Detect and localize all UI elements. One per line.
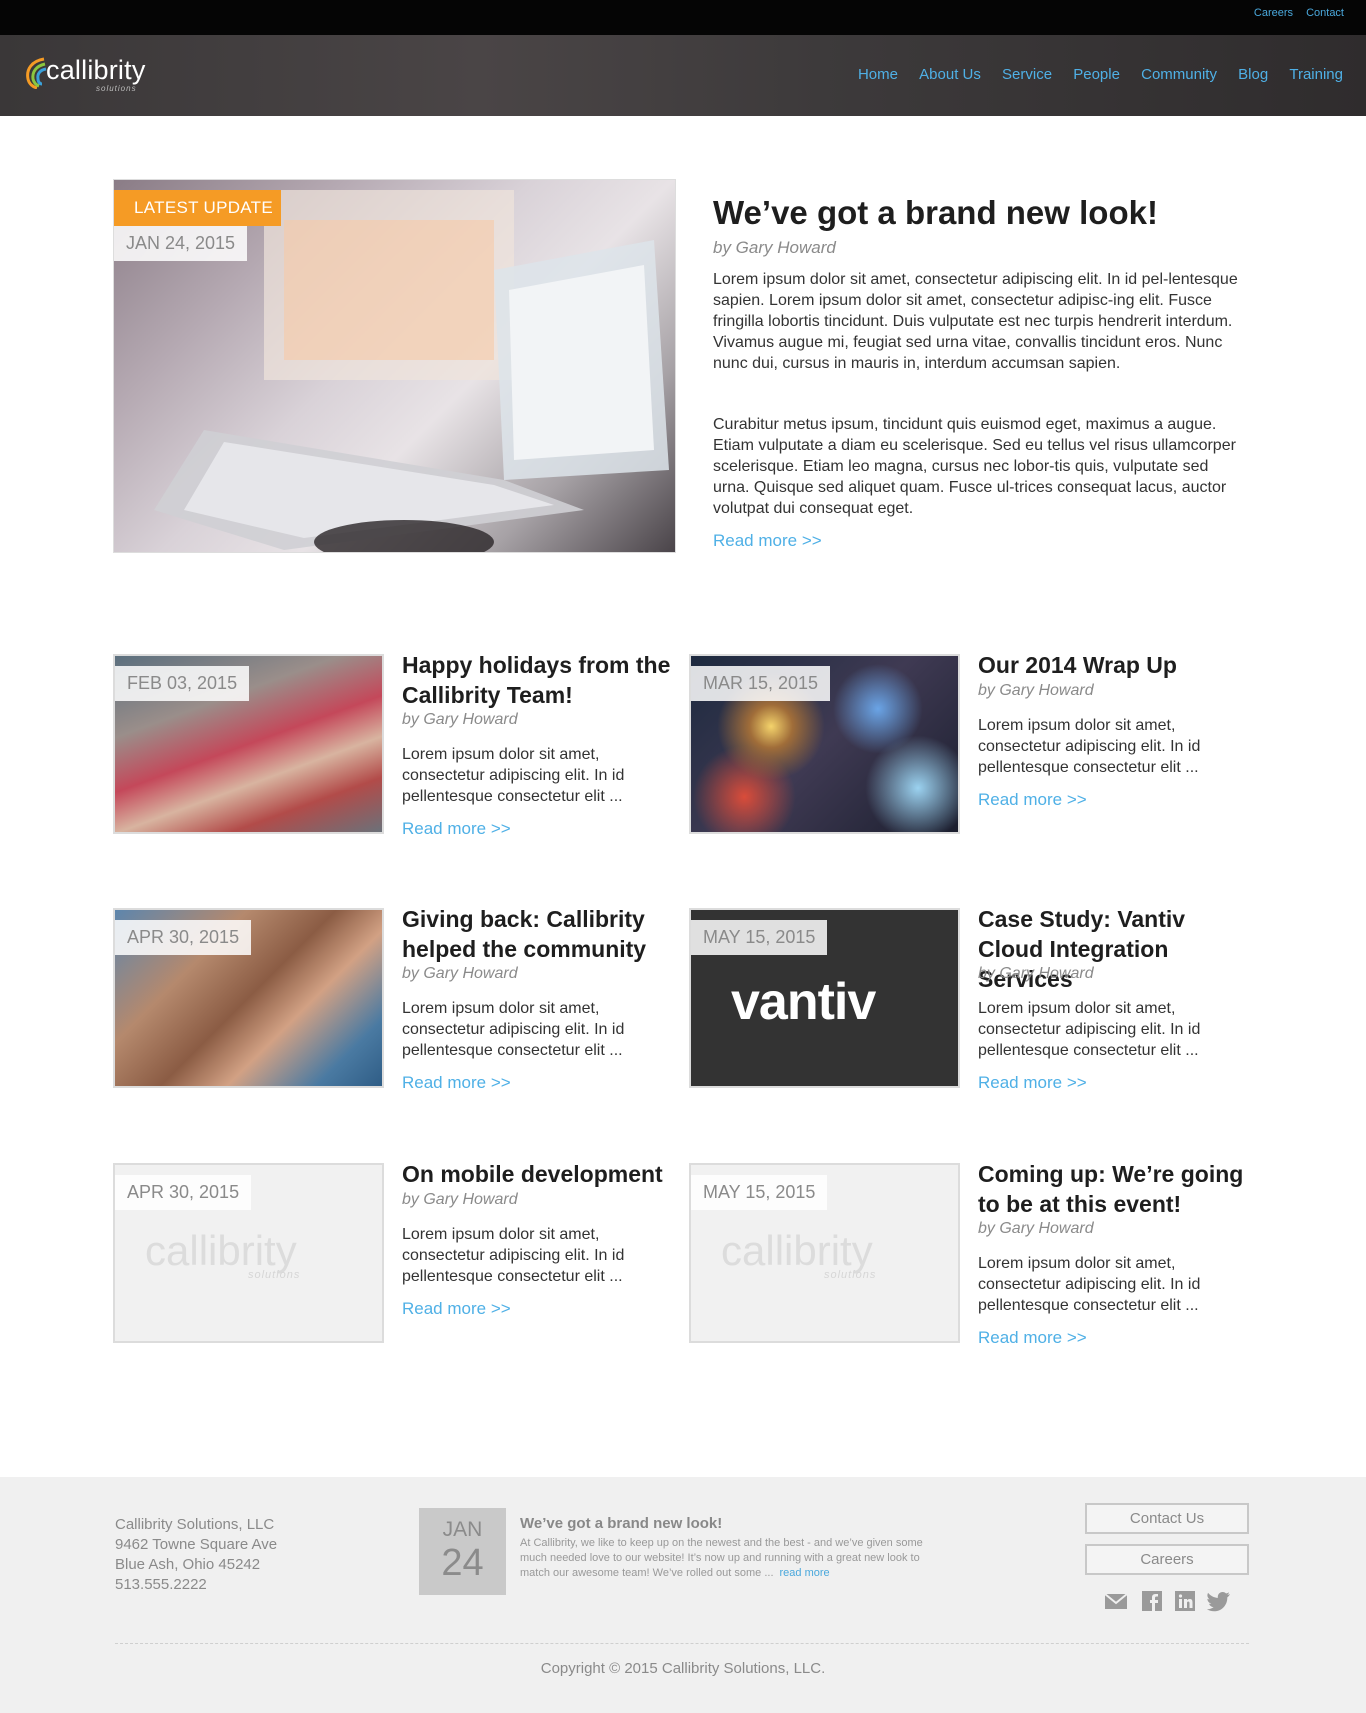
featured-paragraph-1: Lorem ipsum dolor sit amet, consectetur … xyxy=(713,271,1238,372)
city-state-zip: Blue Ash, Ohio 45242 xyxy=(115,1556,261,1573)
featured-read-more-link[interactable]: Read more >> xyxy=(713,531,822,551)
nav-about-us[interactable]: About Us xyxy=(919,66,981,83)
top-utility-bar: Careers Contact xyxy=(0,0,1366,35)
placeholder-logo: callibrity xyxy=(145,1227,297,1274)
placeholder-logo-subtitle: solutions xyxy=(248,1269,301,1281)
main-nav: Home About Us Service People Community B… xyxy=(841,66,1343,83)
post-date: MAR 15, 2015 xyxy=(691,666,831,701)
calendar-month: JAN xyxy=(442,1518,483,1541)
post-read-more-link[interactable]: Read more >> xyxy=(978,790,1087,810)
latest-update-badge: LATEST UPDATE xyxy=(114,190,281,226)
street-address: 9462 Towne Square Ave xyxy=(115,1536,278,1553)
featured-title[interactable]: We’ve got a brand new look! xyxy=(713,194,1158,232)
post-title-holidays[interactable]: Happy holidays from the Callibrity Team! xyxy=(402,650,677,710)
careers-button[interactable]: Careers xyxy=(1085,1544,1249,1575)
featured-paragraph-2: Curabitur metus ipsum, tincidunt quis eu… xyxy=(713,416,1236,517)
post-read-more-link[interactable]: Read more >> xyxy=(402,1073,511,1093)
calendar-day: 24 xyxy=(441,1542,484,1584)
facebook-icon[interactable] xyxy=(1140,1590,1164,1612)
post-date: APR 30, 2015 xyxy=(115,1175,252,1210)
post-excerpt: Lorem ipsum dolor sit amet, consectetur … xyxy=(402,746,625,805)
twitter-icon[interactable] xyxy=(1207,1590,1231,1612)
footer-read-more-link[interactable]: read more xyxy=(780,1567,830,1579)
post-title-event[interactable]: Coming up: We’re going to be at this eve… xyxy=(978,1159,1253,1219)
post-byline: by Gary Howard xyxy=(402,1191,518,1208)
post-read-more-link[interactable]: Read more >> xyxy=(402,819,511,839)
phone-number: 513.555.2222 xyxy=(115,1576,207,1593)
post-byline: by Gary Howard xyxy=(978,682,1094,699)
post-read-more-link[interactable]: Read more >> xyxy=(978,1073,1087,1093)
placeholder-logo-subtitle: solutions xyxy=(824,1269,877,1281)
post-image-placeholder[interactable]: MAY 15, 2015 callibrity solutions xyxy=(689,1163,960,1343)
linkedin-icon[interactable] xyxy=(1173,1590,1197,1612)
logo-swoosh-icon xyxy=(26,57,47,89)
site-header: callibrity solutions Home About Us Servi… xyxy=(0,35,1366,116)
nav-home[interactable]: Home xyxy=(858,66,898,83)
careers-link[interactable]: Careers xyxy=(1254,7,1293,19)
post-excerpt: Lorem ipsum dolor sit amet, consectetur … xyxy=(402,1226,625,1285)
footer-calendar-badge: JAN 24 xyxy=(419,1508,506,1595)
post-image-holidays[interactable]: FEB 03, 2015 xyxy=(113,654,384,834)
mail-icon[interactable] xyxy=(1104,1590,1128,1612)
company-name: Callibrity Solutions, LLC xyxy=(115,1516,275,1533)
featured-byline: by Gary Howard xyxy=(713,238,836,257)
post-byline: by Gary Howard xyxy=(978,1220,1094,1237)
post-title-community[interactable]: Giving back: Callibrity helped the commu… xyxy=(402,904,677,964)
post-image-wrap-up[interactable]: MAR 15, 2015 xyxy=(689,654,960,834)
post-image-placeholder[interactable]: APR 30, 2015 callibrity solutions xyxy=(113,1163,384,1343)
copyright-text: Copyright © 2015 Callibrity Solutions, L… xyxy=(540,1660,826,1677)
post-byline: by Gary Howard xyxy=(978,965,1094,982)
vantiv-logo: vantiv xyxy=(731,973,876,1031)
post-byline: by Gary Howard xyxy=(402,965,518,982)
post-date: MAY 15, 2015 xyxy=(691,1175,828,1210)
featured-date: JAN 24, 2015 xyxy=(114,226,248,261)
placeholder-logo: callibrity xyxy=(721,1227,873,1274)
footer-news-excerpt: At Callibrity, we like to keep up on the… xyxy=(520,1536,940,1581)
logo-wordmark: callibrity xyxy=(46,55,146,85)
post-excerpt: Lorem ipsum dolor sit amet, consectetur … xyxy=(978,1000,1201,1059)
post-title-mobile[interactable]: On mobile development xyxy=(402,1159,677,1189)
footer-news-text: At Callibrity, we like to keep up on the… xyxy=(520,1537,923,1579)
footer-address: Callibrity Solutions, LLC 9462 Towne Squ… xyxy=(115,1515,277,1595)
post-byline: by Gary Howard xyxy=(402,711,518,728)
callibrity-logo[interactable]: callibrity solutions xyxy=(24,53,184,93)
post-image-community[interactable]: APR 30, 2015 xyxy=(113,908,384,1088)
logo-subtitle: solutions xyxy=(96,84,137,93)
site-footer: Callibrity Solutions, LLC 9462 Towne Squ… xyxy=(0,1477,1366,1713)
post-date: FEB 03, 2015 xyxy=(115,666,250,701)
contact-us-button[interactable]: Contact Us xyxy=(1085,1503,1249,1534)
nav-training[interactable]: Training xyxy=(1289,66,1343,83)
nav-people[interactable]: People xyxy=(1073,66,1120,83)
post-image-vantiv[interactable]: MAY 15, 2015 vantiv xyxy=(689,908,960,1088)
nav-service[interactable]: Service xyxy=(1002,66,1052,83)
post-read-more-link[interactable]: Read more >> xyxy=(402,1299,511,1319)
footer-news-title[interactable]: We’ve got a brand new look! xyxy=(520,1515,722,1532)
nav-community[interactable]: Community xyxy=(1141,66,1217,83)
post-read-more-link[interactable]: Read more >> xyxy=(978,1328,1087,1348)
utility-links: Careers Contact xyxy=(1244,7,1344,19)
post-excerpt: Lorem ipsum dolor sit amet, consectetur … xyxy=(978,717,1201,776)
contact-link[interactable]: Contact xyxy=(1306,7,1344,19)
post-title-wrap-up[interactable]: Our 2014 Wrap Up xyxy=(978,650,1253,680)
post-excerpt: Lorem ipsum dolor sit amet, consectetur … xyxy=(978,1255,1201,1314)
footer-divider xyxy=(115,1643,1249,1644)
post-date: MAY 15, 2015 xyxy=(691,920,828,955)
post-date: APR 30, 2015 xyxy=(115,920,252,955)
featured-post-image[interactable]: LATEST UPDATE JAN 24, 2015 xyxy=(113,179,676,553)
nav-blog[interactable]: Blog xyxy=(1238,66,1268,83)
post-excerpt: Lorem ipsum dolor sit amet, consectetur … xyxy=(402,1000,625,1059)
